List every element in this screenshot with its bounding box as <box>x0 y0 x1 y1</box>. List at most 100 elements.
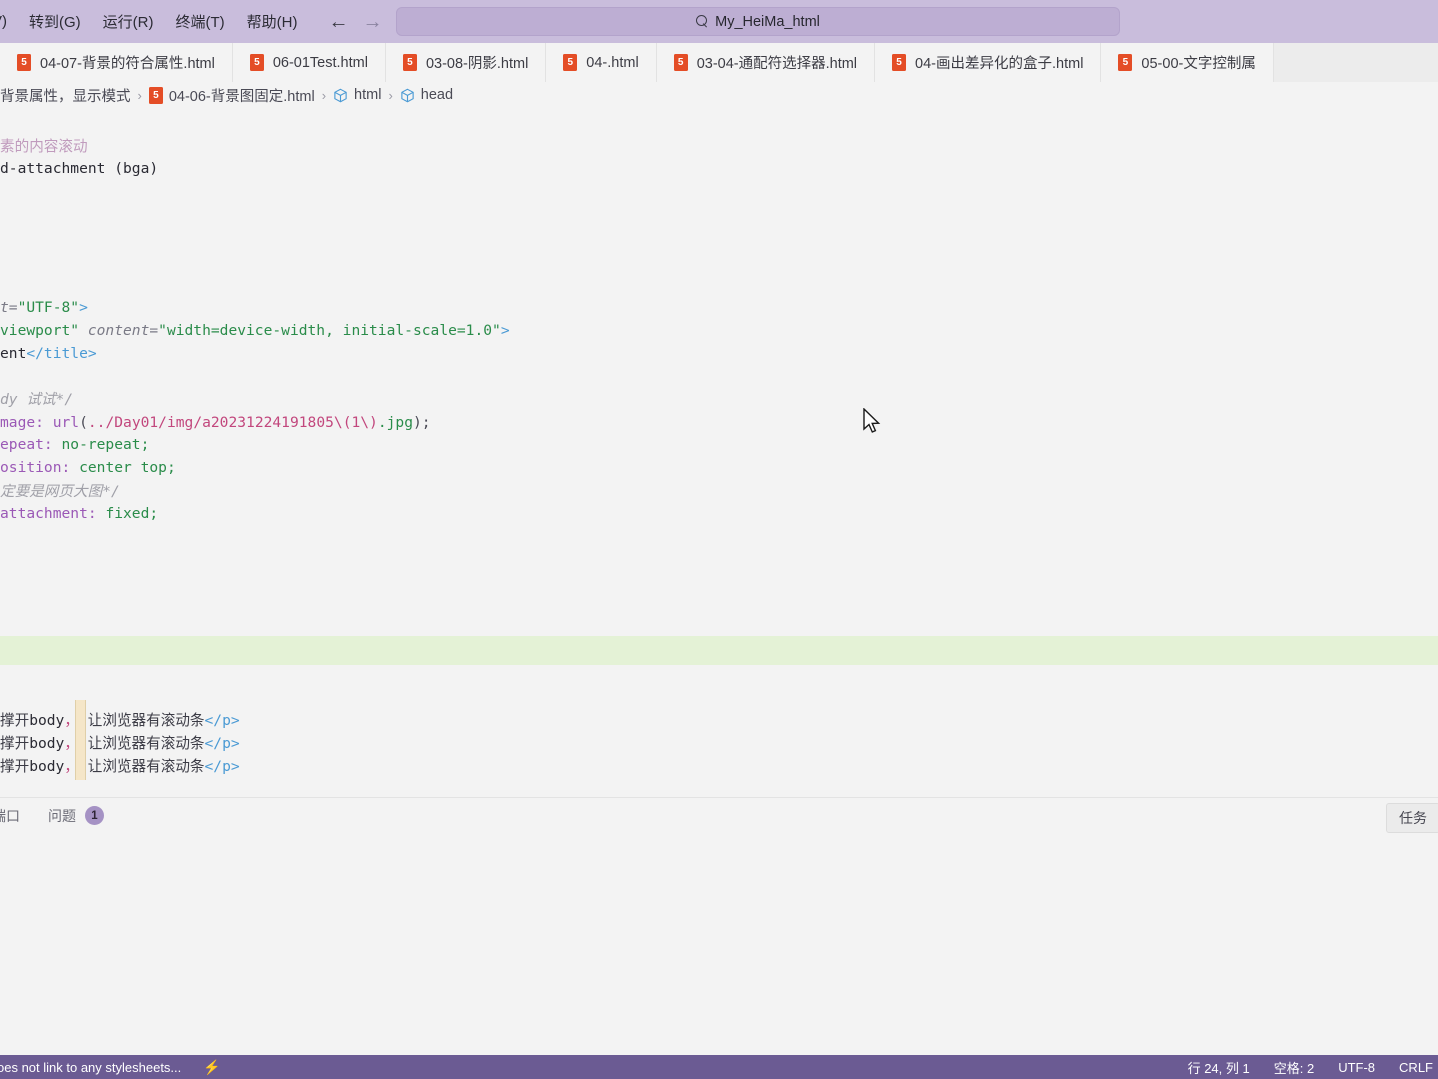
code-token: "UTF-8" <box>17 299 80 316</box>
breadcrumb-separator: › <box>137 87 142 103</box>
status-encoding[interactable]: UTF-8 <box>1335 1060 1378 1075</box>
code-token: epeat: <box>0 436 53 453</box>
code-token: mage: <box>0 414 44 431</box>
code-token: attachment: <box>0 505 97 522</box>
code-editor[interactable]: 素的内容滚动 d-attachment (bga) t="UTF-8"> viewpo… <box>0 108 1438 797</box>
editor-tab-5[interactable]: 04-画出差异化的盒子.html <box>875 43 1102 82</box>
html5-icon <box>249 54 264 71</box>
editor-tab-6[interactable]: 05-00-文字控制属 <box>1101 43 1274 82</box>
html5-icon <box>148 86 163 104</box>
breadcrumb: 背景属性，显示模式 › 04-06-背景图固定.html › html › head <box>0 82 1438 108</box>
search-icon <box>696 15 709 28</box>
code-token: </p> <box>204 758 240 775</box>
code-token: ， <box>64 735 79 752</box>
code-token: > <box>500 322 510 339</box>
editor-tab-label: 05-00-文字控制属 <box>1141 56 1256 72</box>
panel-tab-0[interactable]: 端口 <box>0 798 34 833</box>
code-token: > <box>79 299 88 316</box>
breadcrumb-item-2[interactable]: html <box>333 87 381 103</box>
command-search-bar[interactable]: My_HeiMa_html <box>396 7 1120 36</box>
panel-tab-bar: 端口 问题 1 任务 <box>0 798 1438 833</box>
status-indentation[interactable]: 空格: 2 <box>1271 1058 1317 1077</box>
code-token: center top; <box>70 459 176 476</box>
code-token: </p> <box>204 712 240 729</box>
code-line: mage: url(../Day01/img/a20231224191805\(… <box>0 412 431 435</box>
code-line: 定要是网页大图*/ <box>0 481 120 504</box>
menu-item-1[interactable]: 转到(G) <box>18 7 92 36</box>
panel-tab-label: 问题 <box>48 807 76 824</box>
code-line: ent</title> <box>0 343 97 366</box>
code-token: no-repeat; <box>52 436 150 453</box>
code-token: body <box>29 735 65 752</box>
code-token: </title> <box>26 345 97 362</box>
editor-tab-label: 04-.html <box>586 54 639 71</box>
code-token: 定要是网页大图*/ <box>0 483 120 500</box>
editor-tab-label: 04-07-背景的符合属性.html <box>40 56 215 72</box>
code-line: osition: center top; <box>0 457 176 480</box>
editor-tab-label: 04-画出差异化的盒子.html <box>915 56 1084 72</box>
navigation-buttons: ← → <box>326 12 384 32</box>
breadcrumb-item-0[interactable]: 背景属性，显示模式 <box>0 85 131 106</box>
status-message[interactable]: oes not link to any stylesheets... <box>0 1060 184 1075</box>
editor-tab-label: 03-04-通配符选择器.html <box>696 56 858 72</box>
editor-tab-label: 06-01Test.html <box>272 54 368 71</box>
html5-icon <box>1118 54 1133 71</box>
code-token: ../Day01/img/a20231224191805\(1\) <box>87 414 378 431</box>
breadcrumb-label: 04-06-背景图固定.html <box>168 88 315 105</box>
breadcrumb-label: html <box>354 87 382 103</box>
code-token: url <box>52 414 80 431</box>
mouse-cursor <box>863 408 881 433</box>
code-line: d-attachment (bga) <box>0 158 158 181</box>
diff-highlight-band <box>0 636 1438 665</box>
code-line: 撑开body， 让浏览器有滚动条</p> <box>0 756 240 779</box>
back-arrow-icon[interactable]: ← <box>326 12 350 32</box>
code-token: .jpg <box>377 414 413 431</box>
problem-count-badge: 1 <box>85 806 104 825</box>
html5-icon <box>402 54 417 71</box>
lightning-icon[interactable]: ⚡ <box>200 1059 223 1076</box>
status-eol[interactable]: CRLF <box>1396 1060 1436 1075</box>
code-line: t="UTF-8"> <box>0 297 88 320</box>
code-token: ， <box>64 758 79 775</box>
code-line: viewport" content="width=device-width, i… <box>0 320 510 343</box>
editor-tab-label: 03-08-阴影.html <box>425 56 529 72</box>
breadcrumb-separator: › <box>388 87 393 103</box>
editor-tab-2[interactable]: 03-08-阴影.html <box>385 43 547 82</box>
menu-item-0[interactable]: V) <box>0 9 18 34</box>
breadcrumb-label: 背景属性，显示模式 <box>0 88 131 105</box>
panel-tab-label: 端口 <box>0 807 20 824</box>
menu-bar: V)转到(G)运行(R)终端(T)帮助(H) <box>0 7 308 36</box>
title-bar: V)转到(G)运行(R)终端(T)帮助(H) ← → My_HeiMa_html <box>0 0 1438 43</box>
code-line: dy 试试*/ <box>0 389 73 412</box>
code-token: 让浏览器有滚动条 <box>78 735 205 752</box>
status-line-column[interactable]: 行 24, 列 1 <box>1185 1058 1253 1077</box>
code-token: 撑开 <box>0 758 30 775</box>
code-token: 撑开 <box>0 735 30 752</box>
editor-tab-bar: 04-07-背景的符合属性.html 06-01Test.html 03-08-阴影… <box>0 43 1438 82</box>
forward-arrow-icon[interactable]: → <box>360 12 384 32</box>
cube-icon <box>333 88 348 103</box>
editor-tab-3[interactable]: 04-.html <box>546 43 657 82</box>
menu-item-4[interactable]: 帮助(H) <box>236 7 309 36</box>
breadcrumb-separator: › <box>321 87 327 103</box>
code-line: 撑开body， 让浏览器有滚动条</p> <box>0 733 240 756</box>
menu-item-2[interactable]: 运行(R) <box>92 7 165 36</box>
code-token: ， <box>64 712 79 729</box>
code-token: 素的内容滚动 <box>0 138 88 155</box>
task-button[interactable]: 任务 <box>1386 803 1438 833</box>
panel-content <box>0 833 1438 1055</box>
code-token: dy 试试*/ <box>0 391 74 408</box>
code-token: d-attachment (bga) <box>0 160 159 177</box>
html5-icon <box>673 54 688 71</box>
breadcrumb-item-1[interactable]: 04-06-背景图固定.html <box>148 85 315 106</box>
breadcrumb-item-3[interactable]: head <box>400 87 453 103</box>
editor-tab-0[interactable]: 04-07-背景的符合属性.html <box>0 43 233 82</box>
panel-tab-1[interactable]: 问题 1 <box>34 798 118 833</box>
code-token: fixed; <box>96 505 159 522</box>
menu-item-3[interactable]: 终端(T) <box>165 7 236 36</box>
code-token: ); <box>413 414 431 431</box>
editor-tab-1[interactable]: 06-01Test.html <box>232 43 386 82</box>
editor-tab-4[interactable]: 03-04-通配符选择器.html <box>656 43 876 82</box>
code-token: viewport" <box>0 322 80 339</box>
